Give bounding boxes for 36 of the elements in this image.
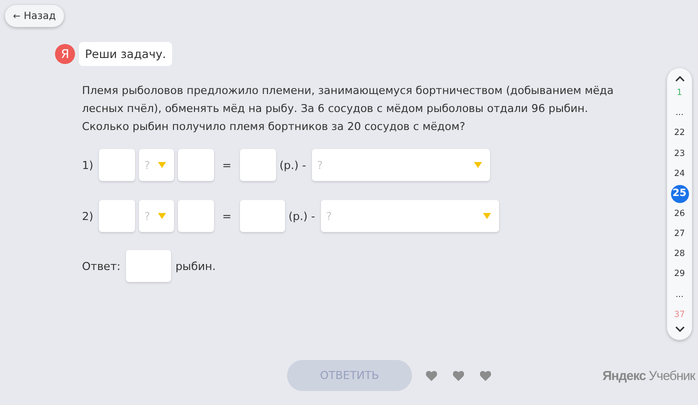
equals-sign: =	[222, 158, 232, 172]
answer-label: Ответ:	[82, 260, 120, 272]
task-number[interactable]: 29	[670, 265, 688, 284]
result-input[interactable]	[240, 200, 285, 232]
chevron-down-icon[interactable]	[674, 326, 684, 332]
caret-icon	[158, 213, 166, 219]
task-number[interactable]: 25	[670, 184, 688, 203]
step-number: 2)	[82, 210, 94, 222]
caret-icon	[483, 213, 492, 219]
caret-icon	[474, 162, 482, 168]
number-input[interactable]	[178, 200, 214, 232]
task-number[interactable]: ...	[670, 104, 688, 122]
task-number[interactable]: 28	[670, 245, 688, 264]
unit-label: (р.) -	[288, 210, 316, 222]
assistant-logo: Я	[55, 44, 75, 64]
task-number[interactable]: ...	[670, 286, 688, 304]
answer-unit: рыбин.	[175, 260, 216, 272]
result-input[interactable]	[240, 149, 276, 181]
problem-text: Племя рыболовов предложило племени, занимающемуся бортничеством (добыванием мёда лесных пчёл), обменять мёд на рыбу. За 6 сосудов с мёдом рыболовы отдали 96 рыбин. Сколько рыбин получило племя бортников за 20 сосудов с мёдом?	[82, 83, 615, 135]
back-button[interactable]: ← Назад	[5, 5, 64, 27]
brand-logo: Яндекс Учебник	[602, 368, 695, 383]
unit-label: (р.) -	[280, 158, 306, 172]
number-input[interactable]	[99, 149, 136, 181]
task-number[interactable]: 22	[670, 124, 688, 142]
number-input[interactable]	[99, 200, 136, 232]
message-bubble: Реши задачу.	[79, 42, 172, 66]
task-number[interactable]: 26	[670, 204, 688, 223]
number-input[interactable]	[178, 149, 214, 181]
task-number[interactable]: 23	[670, 144, 688, 163]
caret-icon	[158, 162, 166, 168]
step-number: 1)	[82, 158, 94, 172]
task-number[interactable]: 27	[670, 225, 688, 244]
answer-input[interactable]	[126, 250, 172, 282]
equals-sign: =	[222, 210, 232, 222]
chevron-up-icon[interactable]	[674, 76, 684, 82]
task-number[interactable]: 24	[670, 164, 688, 183]
